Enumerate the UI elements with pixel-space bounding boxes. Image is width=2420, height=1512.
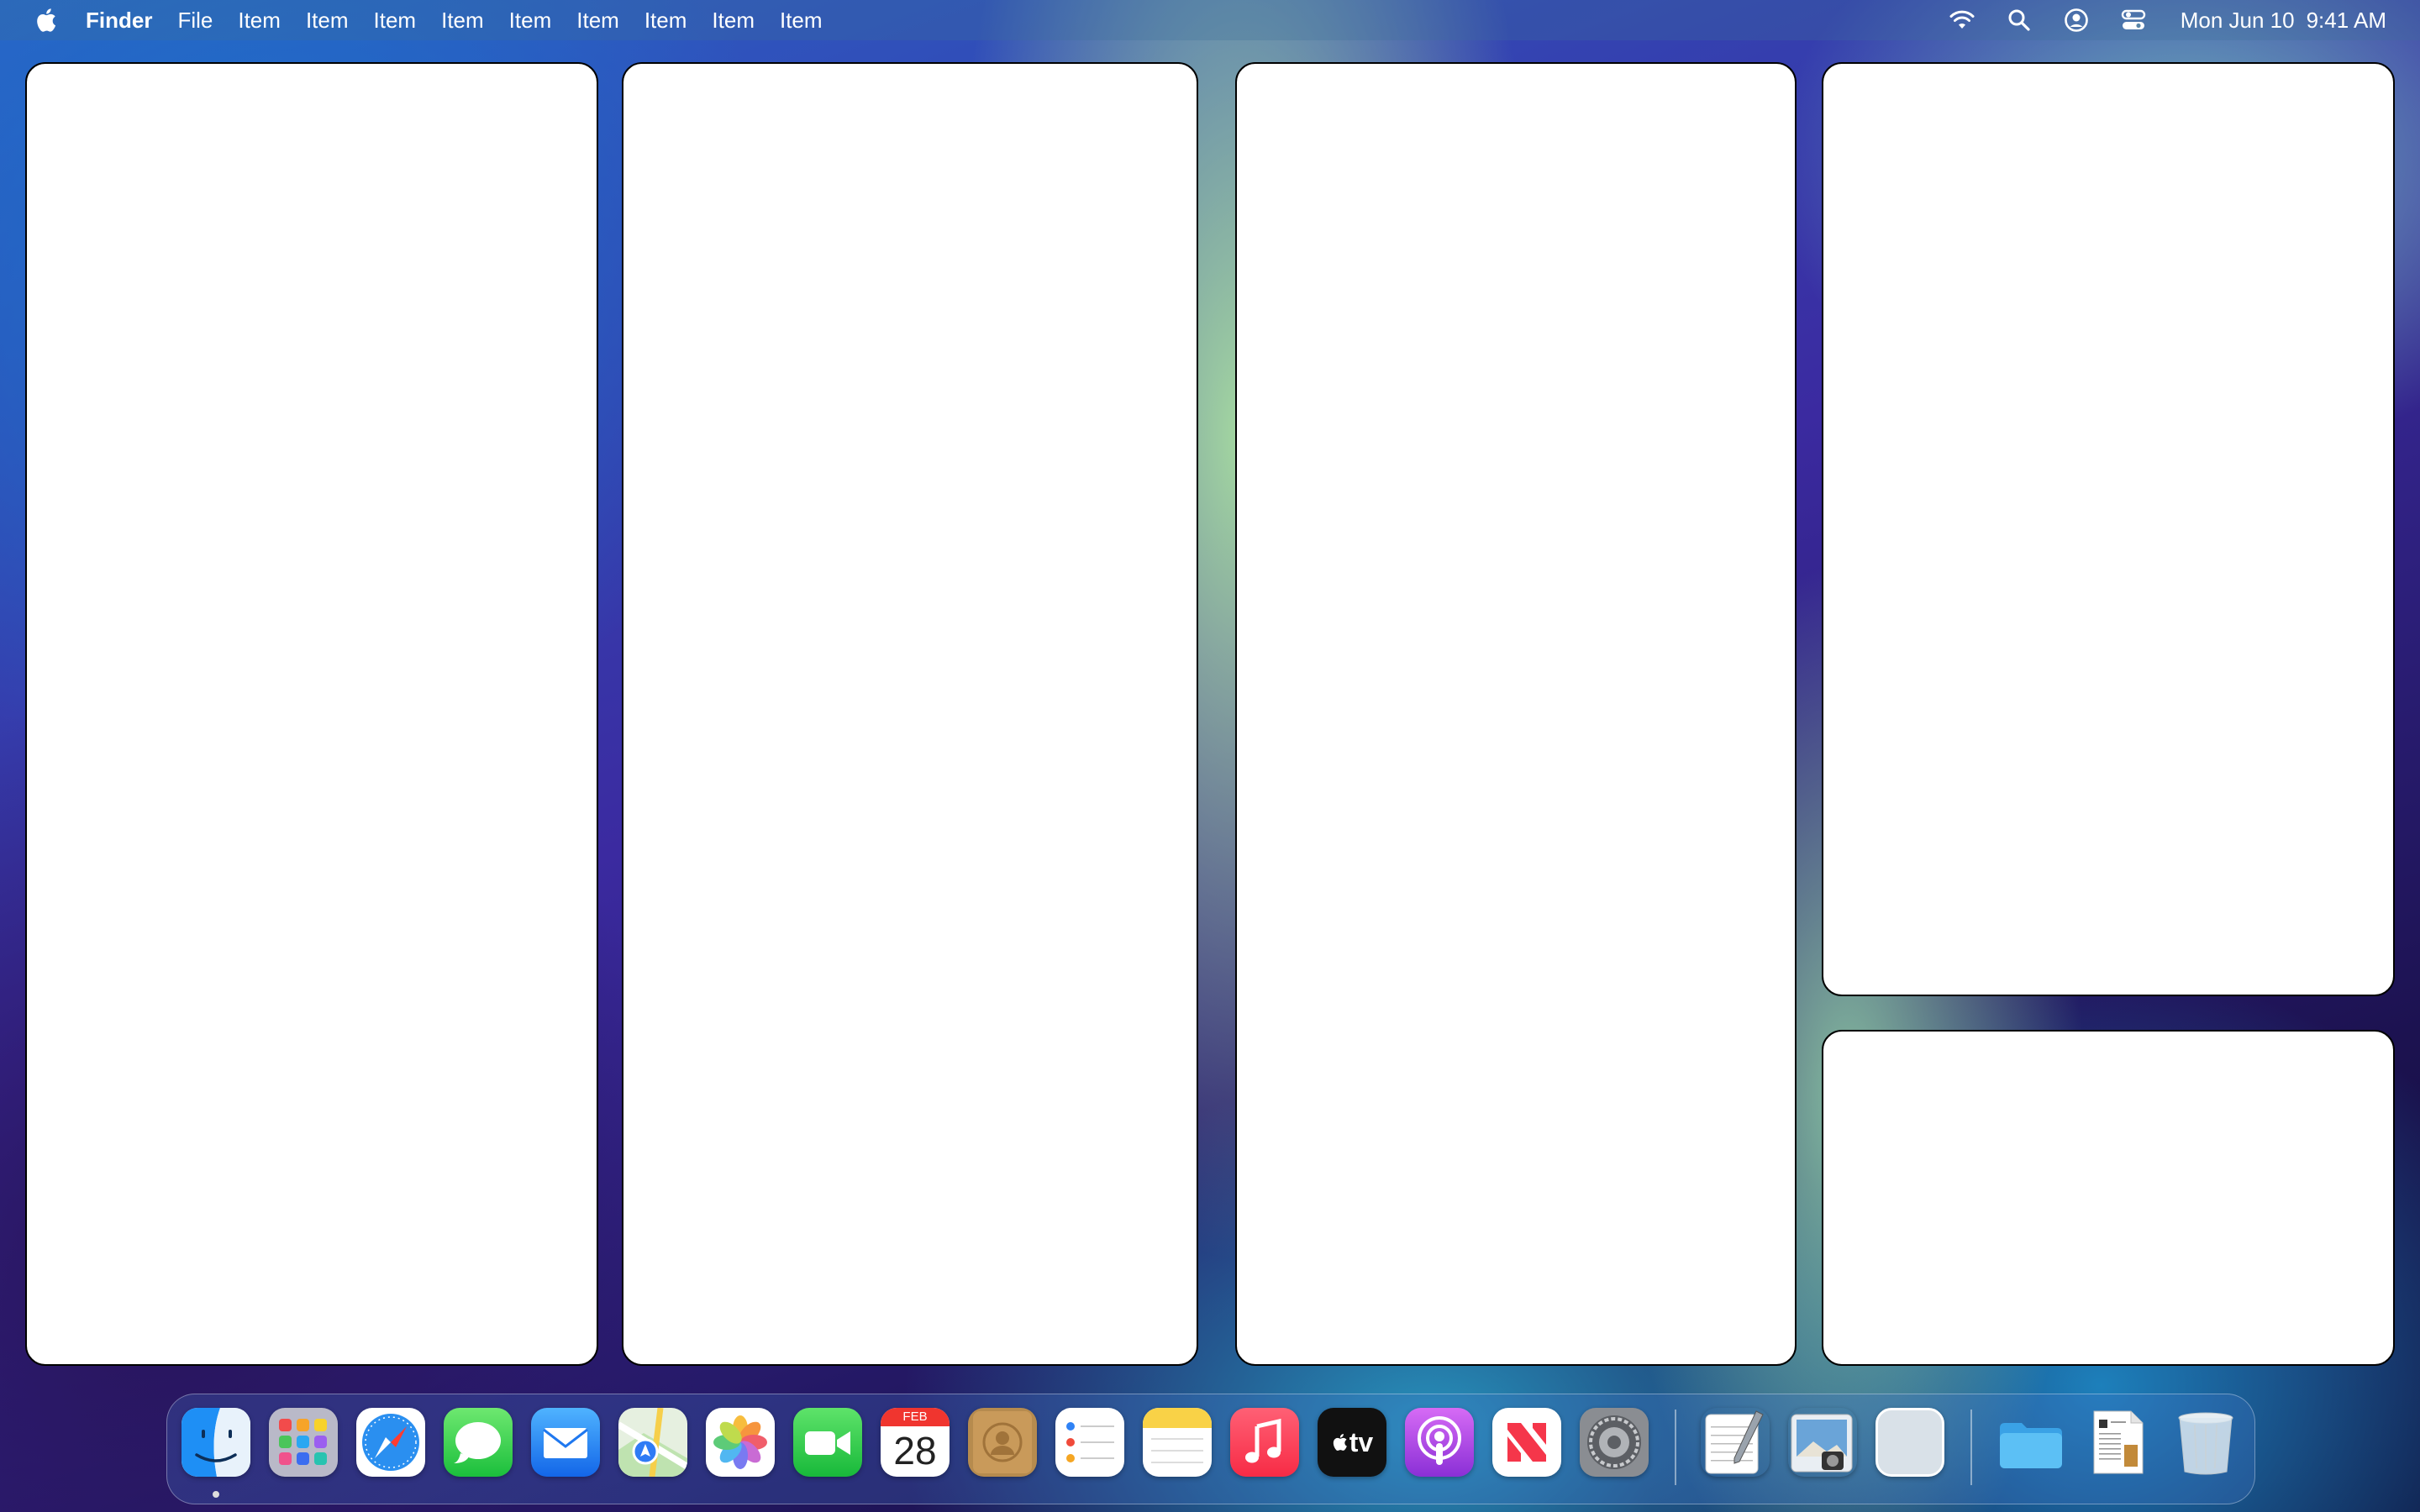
dock-separator (1675, 1410, 1676, 1485)
blank-window[interactable] (25, 62, 598, 1366)
blank-window[interactable] (1822, 62, 2395, 996)
music-icon[interactable] (1230, 1408, 1299, 1477)
blank-window[interactable] (1235, 62, 1797, 1366)
calendar-day: 28 (893, 1429, 937, 1473)
menu-bar: Finder File Item Item Item Item Item Ite… (0, 0, 2420, 40)
wifi-icon[interactable] (1949, 7, 1975, 34)
menu-item[interactable]: Item (238, 0, 281, 40)
menu-item[interactable]: Item (780, 0, 823, 40)
menu-item[interactable]: Item (576, 0, 619, 40)
menu-clock[interactable]: Mon Jun 10 9:41 AM (2181, 8, 2386, 34)
messages-icon[interactable] (444, 1408, 513, 1477)
blank-window[interactable] (622, 62, 1198, 1366)
menu-item[interactable]: Item (306, 0, 349, 40)
user-icon[interactable] (2063, 7, 2090, 34)
trash-icon[interactable] (2171, 1408, 2240, 1477)
clock-time: 9:41 AM (2306, 7, 2386, 33)
menu-item[interactable]: Item (712, 0, 755, 40)
tv-label: tv (1349, 1426, 1374, 1457)
calendar-month: FEB (881, 1408, 950, 1426)
menu-item[interactable]: Item (644, 0, 687, 40)
photos-icon[interactable] (706, 1408, 775, 1477)
apple-tv-icon[interactable]: tv (1318, 1408, 1386, 1477)
launchpad-icon[interactable] (269, 1408, 338, 1477)
textedit-icon[interactable] (1701, 1408, 1770, 1477)
podcasts-icon[interactable] (1405, 1408, 1474, 1477)
finder-icon[interactable] (182, 1408, 250, 1477)
blank-app-icon[interactable] (1876, 1408, 1944, 1477)
preview-icon[interactable] (1788, 1408, 1857, 1477)
maps-icon[interactable] (618, 1408, 687, 1477)
notes-icon[interactable] (1143, 1408, 1212, 1477)
app-menu-finder[interactable]: Finder (86, 0, 152, 40)
contacts-icon[interactable] (968, 1408, 1037, 1477)
blank-window[interactable] (1822, 1030, 2395, 1366)
dock-separator (1970, 1410, 1972, 1485)
reminders-icon[interactable] (1055, 1408, 1124, 1477)
system-settings-icon[interactable] (1580, 1408, 1649, 1477)
menu-file[interactable]: File (177, 0, 213, 40)
news-icon[interactable] (1492, 1408, 1561, 1477)
document-icon[interactable] (2084, 1408, 2153, 1477)
search-icon[interactable] (2006, 7, 2033, 34)
calendar-icon[interactable]: FEB 28 (881, 1408, 950, 1477)
menu-item[interactable]: Item (509, 0, 552, 40)
apple-logo-icon (1333, 1434, 1347, 1452)
control-center-icon[interactable] (2120, 7, 2147, 34)
mail-icon[interactable] (531, 1408, 600, 1477)
safari-icon[interactable] (356, 1408, 425, 1477)
running-indicator (213, 1491, 219, 1498)
menu-item[interactable]: Item (374, 0, 417, 40)
apple-logo-icon[interactable] (34, 7, 57, 34)
folder-icon[interactable] (1996, 1408, 2065, 1477)
menu-item[interactable]: Item (441, 0, 484, 40)
clock-date: Mon Jun 10 (2180, 7, 2295, 33)
facetime-icon[interactable] (793, 1408, 862, 1477)
